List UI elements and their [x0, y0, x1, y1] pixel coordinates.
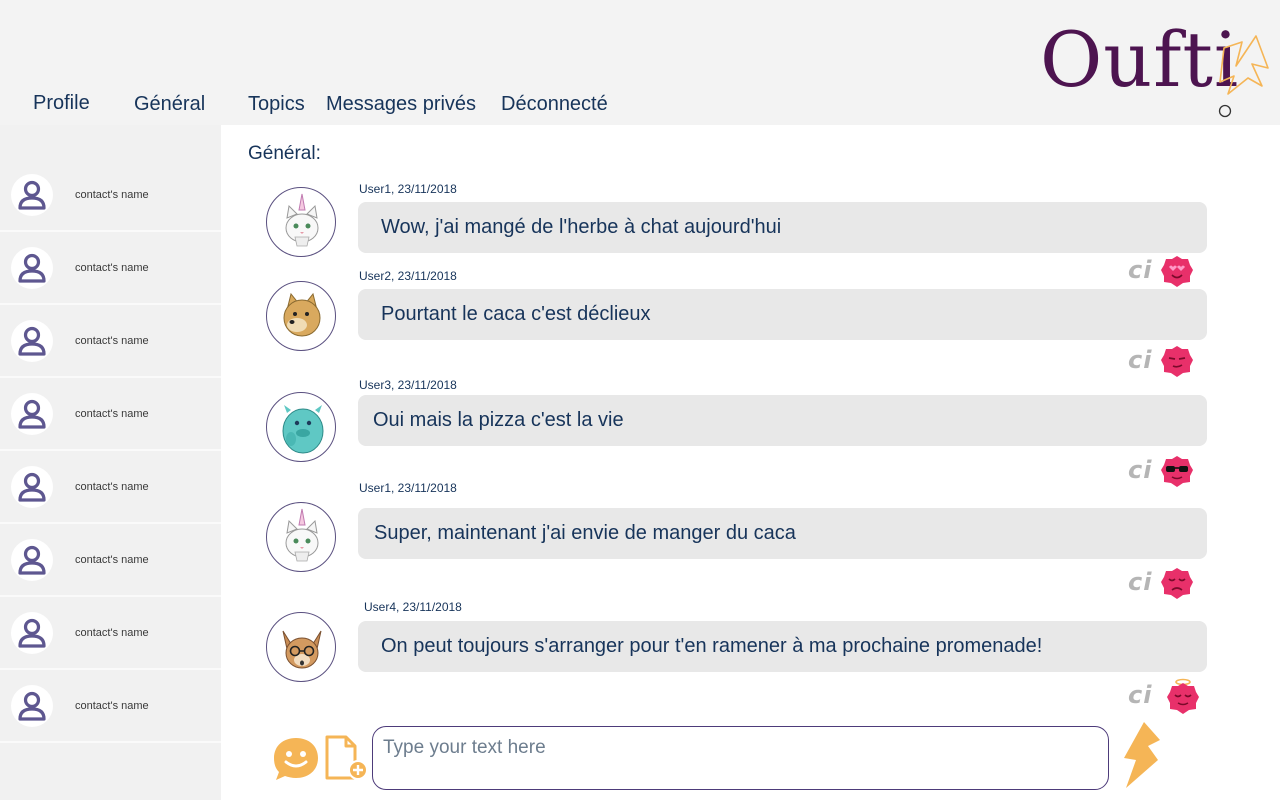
- nav-profile[interactable]: Profile: [33, 92, 90, 115]
- message-reactions: ci: [1128, 678, 1199, 714]
- contact-avatar: [11, 247, 53, 289]
- contact-item[interactable]: contact's name: [0, 671, 221, 743]
- heart-eyes-reaction-icon[interactable]: [1160, 254, 1194, 288]
- contact-name: contact's name: [75, 262, 149, 274]
- contact-name: contact's name: [75, 408, 149, 420]
- contact-name: contact's name: [75, 700, 149, 712]
- top-header: Profile Général Topics Messages privés D…: [0, 0, 1280, 125]
- nav-disconnect[interactable]: Déconnecté: [501, 93, 608, 116]
- message-meta: User1, 23/11/2018: [359, 481, 457, 495]
- contacts-sidebar: contact's name contact's name contact's …: [0, 125, 221, 800]
- contact-avatar: [11, 685, 53, 727]
- message-meta: User1, 23/11/2018: [359, 182, 457, 196]
- user-icon: [18, 253, 46, 283]
- shiba-doge-icon: [266, 281, 336, 351]
- sad-reaction-icon[interactable]: [1160, 566, 1194, 600]
- reaction-label[interactable]: ci: [1128, 568, 1152, 596]
- contact-item[interactable]: contact's name: [0, 598, 221, 670]
- contact-item[interactable]: contact's name: [0, 160, 221, 232]
- contact-name: contact's name: [75, 627, 149, 639]
- user-icon: [18, 472, 46, 502]
- contact-name: contact's name: [75, 335, 149, 347]
- message-reactions: ci: [1128, 254, 1198, 288]
- contact-item[interactable]: contact's name: [0, 233, 221, 305]
- contact-avatar: [11, 539, 53, 581]
- nav-private-messages[interactable]: Messages privés: [326, 93, 476, 116]
- user-icon: [18, 399, 46, 429]
- contact-item[interactable]: contact's name: [0, 379, 221, 451]
- contact-avatar: [11, 466, 53, 508]
- user-icon: [18, 618, 46, 648]
- reaction-label[interactable]: ci: [1128, 346, 1152, 374]
- message-bubble: Oui mais la pizza c'est la vie: [358, 395, 1207, 446]
- angel-reaction-icon[interactable]: [1164, 677, 1202, 715]
- message-meta: User4, 23/11/2018: [364, 600, 462, 614]
- send-lightning-icon[interactable]: [1122, 720, 1162, 790]
- user-icon: [18, 545, 46, 575]
- contact-avatar: [11, 174, 53, 216]
- message-meta: User3, 23/11/2018: [359, 378, 457, 392]
- contact-avatar: [11, 320, 53, 362]
- contact-name: contact's name: [75, 481, 149, 493]
- contact-item[interactable]: contact's name: [0, 452, 221, 524]
- message-reactions: ci: [1128, 454, 1198, 488]
- unicorn-cat-icon: [266, 502, 336, 572]
- user-icon: [18, 180, 46, 210]
- message-bubble: Wow, j'ai mangé de l'herbe à chat aujour…: [358, 202, 1207, 253]
- message-meta: User2, 23/11/2018: [359, 269, 457, 283]
- message-composer: [372, 726, 1109, 790]
- message-bubble: Pourtant le caca c'est déclieux: [358, 289, 1207, 340]
- message-bubble: On peut toujours s'arranger pour t'en ra…: [358, 621, 1207, 672]
- message-reactions: ci: [1128, 344, 1198, 378]
- contact-avatar: [11, 393, 53, 435]
- contact-name: contact's name: [75, 554, 149, 566]
- teal-monster-icon: [266, 392, 336, 462]
- nerd-dog-icon: [266, 612, 336, 682]
- contact-item[interactable]: contact's name: [0, 306, 221, 378]
- reaction-label[interactable]: ci: [1128, 456, 1152, 484]
- user-icon: [18, 691, 46, 721]
- channel-title: Général:: [248, 143, 321, 164]
- message-reactions: ci: [1128, 566, 1198, 600]
- contact-name: contact's name: [75, 189, 149, 201]
- smirk-reaction-icon[interactable]: [1160, 344, 1194, 378]
- attach-file-icon[interactable]: [324, 734, 370, 782]
- emoji-picker-icon[interactable]: [272, 736, 320, 782]
- user-icon: [18, 326, 46, 356]
- contact-item[interactable]: contact's name: [0, 525, 221, 597]
- reaction-label[interactable]: ci: [1128, 681, 1152, 709]
- reaction-label[interactable]: ci: [1128, 256, 1152, 284]
- lightning-bolt-logo-icon: [1218, 35, 1269, 118]
- message-input[interactable]: [381, 733, 1085, 763]
- nav-general[interactable]: Général: [134, 93, 205, 116]
- message-bubble: Super, maintenant j'ai envie de manger d…: [358, 508, 1207, 559]
- nav-topics[interactable]: Topics: [248, 93, 305, 116]
- unicorn-cat-icon: [266, 187, 336, 257]
- app-logo: Oufti: [1040, 15, 1240, 104]
- sunglasses-reaction-icon[interactable]: [1160, 454, 1194, 488]
- contact-avatar: [11, 612, 53, 654]
